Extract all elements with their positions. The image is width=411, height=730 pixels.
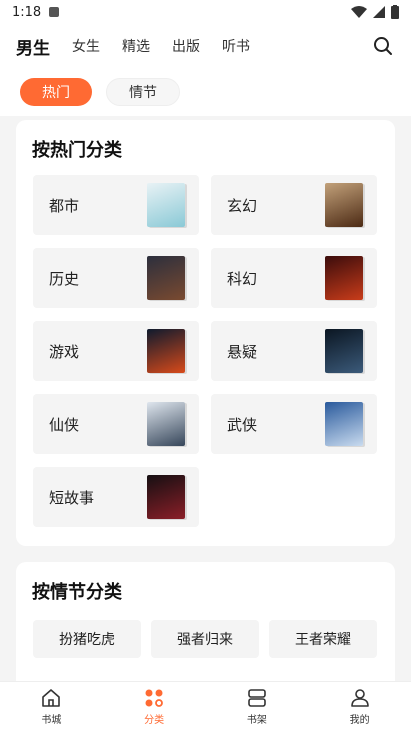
category-label: 历史 <box>49 269 80 288</box>
category-tile-scifi[interactable]: 科幻 <box>211 248 377 308</box>
nav-label: 我的 <box>349 714 370 726</box>
hot-category-title: 按热门分类 <box>32 140 122 161</box>
top-header: 男生 女生 精选 出版 听书 <box>0 24 411 68</box>
nav-bookstore[interactable]: 书城 <box>0 682 103 730</box>
tab-female[interactable]: 女生 <box>72 36 100 56</box>
category-label: 仙侠 <box>49 415 80 434</box>
profile-icon <box>350 688 369 707</box>
battery-icon <box>391 5 399 19</box>
bookshelf-icon <box>248 688 266 707</box>
category-tile-short-story[interactable]: 短故事 <box>33 467 199 527</box>
category-tile-game[interactable]: 游戏 <box>33 321 199 381</box>
hot-category-card: 按热门分类 都市 玄幻 历史 科幻 游戏 悬疑 仙侠 武侠 短故事 <box>16 120 395 546</box>
category-label: 都市 <box>49 196 80 215</box>
category-tile-wuxia[interactable]: 武侠 <box>211 394 377 454</box>
search-button[interactable] <box>371 34 395 58</box>
category-icon <box>145 689 164 707</box>
category-label: 玄幻 <box>227 196 258 215</box>
nav-category[interactable]: 分类 <box>103 682 206 730</box>
nav-label: 书城 <box>41 714 62 726</box>
tab-publish[interactable]: 出版 <box>172 36 200 56</box>
category-label: 游戏 <box>49 342 80 361</box>
category-tile-urban[interactable]: 都市 <box>33 175 199 235</box>
plot-category-card: 按情节分类 扮猪吃虎 强者归来 王者荣耀 <box>16 562 395 692</box>
nav-bookshelf[interactable]: 书架 <box>206 682 309 730</box>
plot-tag[interactable]: 强者归来 <box>151 620 259 658</box>
category-tile-history[interactable]: 历史 <box>33 248 199 308</box>
book-cover <box>147 183 185 227</box>
book-cover <box>147 329 185 373</box>
book-cover <box>147 256 185 300</box>
book-cover <box>325 183 363 227</box>
category-label: 短故事 <box>49 488 95 507</box>
wifi-icon <box>351 6 367 18</box>
filter-chip-row: 热门 情节 <box>0 68 411 116</box>
plot-tag[interactable]: 扮猪吃虎 <box>33 620 141 658</box>
book-cover <box>147 475 185 519</box>
search-icon <box>374 37 392 55</box>
tab-audio[interactable]: 听书 <box>222 36 250 56</box>
nav-label: 分类 <box>144 714 165 726</box>
status-time: 1:18 <box>12 4 42 20</box>
signal-icon <box>373 6 385 18</box>
category-tile-fantasy[interactable]: 玄幻 <box>211 175 377 235</box>
category-label: 武侠 <box>227 415 258 434</box>
plot-tag[interactable]: 王者荣耀 <box>269 620 377 658</box>
category-label: 悬疑 <box>227 342 258 361</box>
chip-plot[interactable]: 情节 <box>106 78 180 106</box>
book-cover <box>325 329 363 373</box>
nav-profile[interactable]: 我的 <box>308 682 411 730</box>
book-cover <box>325 256 363 300</box>
chip-hot[interactable]: 热门 <box>20 78 92 106</box>
bottom-nav: 书城 分类 书架 我的 <box>0 681 411 730</box>
category-label: 科幻 <box>227 269 258 288</box>
nav-label: 书架 <box>246 714 267 726</box>
status-icons <box>351 5 399 19</box>
status-bar: 1:18 <box>0 0 411 24</box>
tab-featured[interactable]: 精选 <box>122 36 150 56</box>
plot-category-title: 按情节分类 <box>32 582 122 603</box>
book-cover <box>147 402 185 446</box>
category-tile-mystery[interactable]: 悬疑 <box>211 321 377 381</box>
book-cover <box>325 402 363 446</box>
home-icon <box>42 688 61 707</box>
notification-icon <box>49 7 60 17</box>
tab-male[interactable]: 男生 <box>16 34 50 59</box>
category-tile-xianxia[interactable]: 仙侠 <box>33 394 199 454</box>
